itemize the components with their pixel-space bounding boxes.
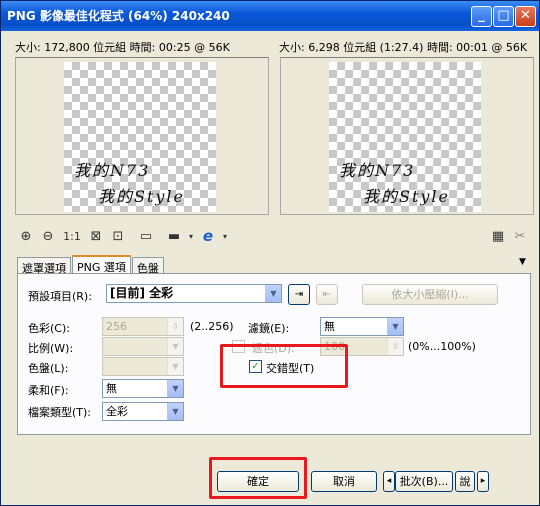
png-optimizer-window: PNG 影像最佳化程式 (64%) 240x240 _ □ ✕ 大小: 172,… (0, 0, 540, 506)
prev-arrow-icon[interactable]: ◂ (383, 471, 395, 492)
tab-palette[interactable]: 色盤 (131, 257, 164, 275)
preview-toolbar: ⊕ ⊖ 1:1 ⊠ ⊡ ▭ ▬ ▾ e ▾ (17, 225, 229, 247)
export-icon[interactable]: ▬ (165, 227, 183, 245)
save-preset-icon[interactable]: ⇥ (288, 284, 310, 305)
title-bar[interactable]: PNG 影像最佳化程式 (64%) 240x240 _ □ ✕ (1, 1, 539, 31)
window-title: PNG 影像最佳化程式 (64%) 240x240 (7, 9, 230, 23)
fit-window-icon[interactable]: ⊠ (87, 227, 105, 245)
preset-label: 預設項目(R): (28, 290, 92, 303)
zoom-in-icon[interactable]: ⊕ (17, 227, 35, 245)
crop-icon[interactable]: ✂ (511, 227, 529, 245)
color-range-hint: (2..256) (190, 320, 234, 333)
single-view-icon[interactable]: ▭ (137, 227, 155, 245)
optimized-preview-panel[interactable]: 我的N73 我的Style (280, 57, 534, 215)
next-arrow-icon[interactable]: ▸ (477, 471, 489, 492)
ratio-label: 比例(W): (28, 342, 74, 355)
preset-select[interactable]: [目前] 全彩 ▼ (106, 284, 282, 303)
color-count-value: 256 (106, 320, 127, 333)
original-preview-image: 我的N73 我的Style (64, 62, 216, 212)
grid-icon[interactable]: ▦ (489, 227, 507, 245)
batch-button[interactable]: 批次(B)... (395, 471, 453, 492)
chevron-down-icon[interactable]: ▾ (187, 227, 195, 245)
filetype-select[interactable]: 全彩 ▼ (102, 402, 184, 421)
filter-value: 無 (324, 320, 335, 333)
palette-select[interactable]: ▼ (102, 357, 184, 376)
browser-preview-icon[interactable]: e (199, 227, 217, 245)
preset-value: [目前] 全彩 (110, 286, 174, 300)
option-tabs: 遮罩選項 PNG 選項 色盤 (17, 255, 165, 275)
actual-size-icon[interactable]: 1:1 (61, 227, 83, 245)
filetype-label: 檔案類型(T): (28, 406, 92, 419)
zoom-out-icon[interactable]: ⊖ (39, 227, 57, 245)
cancel-button[interactable]: 取消 (311, 471, 377, 492)
minimize-button[interactable]: _ (471, 6, 492, 27)
maximize-button[interactable]: □ (493, 6, 514, 27)
original-preview-panel[interactable]: 我的N73 我的Style (15, 57, 269, 215)
smooth-label: 柔和(F): (28, 384, 69, 397)
smooth-select[interactable]: 無 ▼ (102, 379, 184, 398)
extra-button[interactable]: 說 (455, 471, 475, 492)
interlace-highlight (220, 344, 348, 388)
chevron-down-icon[interactable]: ▾ (221, 227, 229, 245)
color-label: 色彩(C): (28, 322, 70, 335)
smooth-value: 無 (106, 382, 117, 395)
palette-label: 色盤(L): (28, 362, 69, 375)
optimize-to-size-button[interactable]: 依大小壓縮(I)... (362, 284, 498, 305)
tab-mask-options[interactable]: 遮罩選項 (17, 257, 71, 275)
preview-text-line1: 我的N73 (74, 161, 151, 180)
filter-label: 濾鏡(E): (248, 322, 290, 335)
color-count-input[interactable]: 256 ⇕ (102, 317, 184, 336)
ok-highlight (209, 457, 307, 499)
dither-range-hint: (0%...100%) (408, 340, 476, 353)
close-button[interactable]: ✕ (515, 6, 536, 27)
png-options-panel: 預設項目(R): [目前] 全彩 ▼ ⇥ ⇤ 依大小壓縮(I)... 色彩(C):… (17, 273, 531, 435)
optimized-size-info: 大小: 6,298 位元組 (1:27.4) 時間: 00:01 @ 56K (279, 41, 528, 54)
preview-text-line2: 我的Style (363, 187, 451, 206)
optimized-preview-image: 我的N73 我的Style (329, 62, 481, 212)
original-size-info: 大小: 172,800 位元組 時間: 00:25 @ 56K (15, 41, 230, 54)
ratio-select[interactable]: ▼ (102, 337, 184, 356)
preview-text-line2: 我的Style (98, 187, 186, 206)
delete-preset-icon[interactable]: ⇤ (316, 284, 338, 305)
filter-select[interactable]: 無 ▼ (320, 317, 404, 336)
center-icon[interactable]: ⊡ (109, 227, 127, 245)
preview-text-line1: 我的N73 (339, 161, 416, 180)
filetype-value: 全彩 (106, 405, 128, 418)
tab-png-options[interactable]: PNG 選項 (72, 255, 131, 274)
tab-menu-arrow-icon[interactable]: ▼ (519, 257, 526, 267)
